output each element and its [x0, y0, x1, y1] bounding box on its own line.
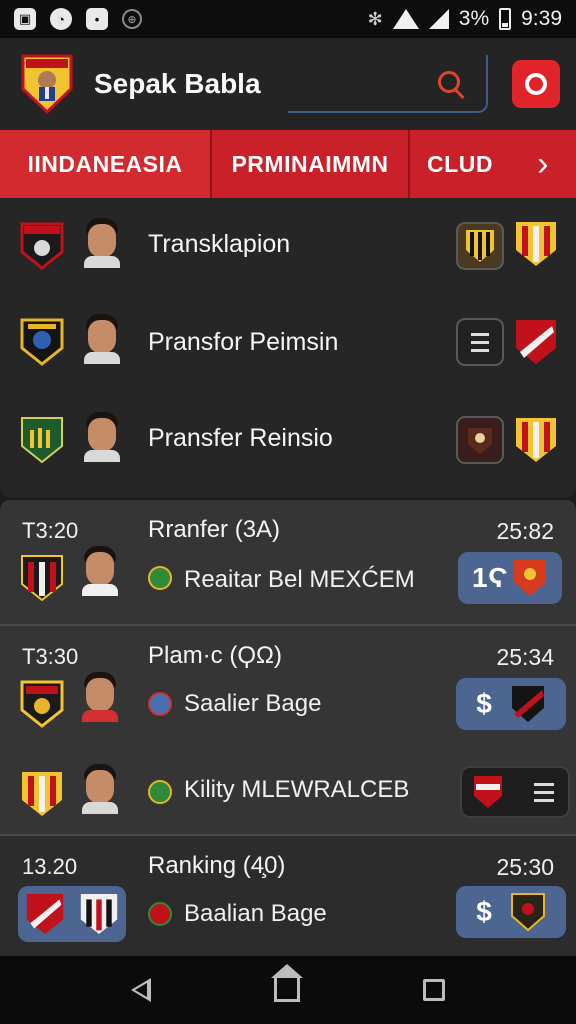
match-time: T3:30	[22, 644, 79, 669]
player-avatar	[82, 314, 122, 364]
bet-button[interactable]: $	[456, 886, 566, 938]
app-bar: Sepak Babla	[0, 38, 576, 130]
battery-percent: 3%	[458, 7, 490, 30]
search-field[interactable]	[288, 55, 488, 113]
globe-icon: ⊕	[122, 9, 142, 29]
status-bar: ▣ ◔ • ⊕ ✻ 3% 9:39	[0, 0, 576, 38]
match-score: 25:82	[496, 518, 554, 544]
menu-button[interactable]	[456, 318, 504, 366]
match-subtitle: Baalian Bage	[184, 900, 327, 927]
player-avatar	[80, 672, 120, 722]
bluetooth-icon: ✻	[367, 8, 383, 29]
match-action-label: 1Ϛ	[472, 562, 508, 593]
match-score: 25:30	[496, 854, 554, 880]
match-card[interactable]: T3:20 Rranfer (3A) 25:82 Reaitar Bel MEX…	[0, 500, 576, 624]
bet-label: $	[476, 688, 492, 719]
club-badge-icon	[511, 893, 545, 932]
home-icon[interactable]	[270, 964, 303, 1002]
club-badge-icon	[20, 222, 64, 270]
app-title: Sepak Babla	[94, 68, 261, 99]
league-icon	[148, 692, 172, 716]
player-avatar	[80, 764, 120, 814]
player-avatar	[82, 412, 122, 462]
tab-premier[interactable]: PRMINAIMMN	[212, 130, 410, 198]
tab-indonesia[interactable]: IINDANEASIA	[0, 130, 212, 198]
match-action-button[interactable]: 1Ϛ	[458, 552, 562, 604]
player-avatar	[82, 218, 122, 268]
teams-badge-group	[18, 886, 126, 942]
clock: 9:39	[521, 7, 562, 30]
team-badge-button[interactable]	[456, 222, 504, 270]
match-time: 13.20	[22, 854, 78, 879]
app-logo	[20, 53, 74, 115]
bet-label: $	[476, 896, 492, 927]
record-button[interactable]	[512, 60, 560, 108]
transfer-label: Pransfer Reinsio	[148, 424, 333, 452]
match-score: 25:34	[496, 644, 554, 670]
tab-club[interactable]: CLUD	[410, 130, 510, 198]
match-title: Rranfer (3A)	[148, 516, 281, 543]
wifi-icon	[392, 9, 419, 29]
match-subtitle: Saalier Bage	[184, 690, 322, 717]
list-item[interactable]: Pransfor Peimsin	[0, 296, 576, 392]
club-badge-icon	[26, 894, 64, 934]
chat-icon: ◔	[50, 8, 72, 30]
league-icon	[148, 780, 172, 804]
player-avatar	[80, 546, 120, 596]
league-icon	[148, 902, 172, 926]
menu-icon	[534, 782, 554, 802]
recent-apps-icon[interactable]	[422, 979, 445, 1001]
search-icon[interactable]	[436, 69, 466, 99]
club-badge-icon	[20, 680, 64, 728]
club-badge-icon	[516, 418, 556, 462]
club-badge-icon	[512, 686, 544, 722]
record-icon	[525, 73, 547, 95]
club-badge-icon	[514, 560, 546, 596]
category-tabs: IINDANEASIA PRMINAIMMN CLUD ›	[0, 130, 576, 198]
club-badge-icon	[516, 320, 556, 364]
club-badge-icon	[21, 417, 63, 464]
team-badge-button[interactable]	[456, 416, 504, 464]
club-badge-icon	[20, 318, 64, 366]
match-card[interactable]: T3:30 Plam·c (ϘΩ) 25:34 Saalier Bage $ K…	[0, 624, 576, 834]
transfer-label: Pransfor Peimsin	[148, 328, 339, 356]
transfer-list: Transklapion Pransfor Peimsin Pransfer R…	[0, 198, 576, 498]
club-badge-icon	[516, 222, 556, 266]
messenger-icon: •	[86, 8, 108, 30]
match-subtitle: Kility MLEWRALCEB	[184, 776, 410, 803]
club-badge-icon	[80, 894, 118, 934]
list-item[interactable]: Pransfer Reinsio	[0, 394, 576, 490]
transfer-label: Transklapion	[148, 230, 291, 258]
tabs-next-chevron-icon[interactable]: ›	[510, 130, 576, 198]
system-nav-bar	[0, 956, 576, 1024]
club-badge-icon	[21, 555, 63, 602]
league-icon	[148, 566, 172, 590]
signal-icon	[428, 9, 449, 29]
club-badge-icon	[22, 772, 62, 816]
battery-icon	[499, 8, 512, 30]
match-card[interactable]: 13.20 Ranking (4̧0) 25:30 Baalian Bage $	[0, 834, 576, 956]
list-item[interactable]: Transklapion	[0, 198, 576, 294]
back-icon[interactable]	[131, 978, 152, 1002]
match-time: T3:20	[22, 518, 79, 543]
match-subtitle: Reaitar Bel MEXĆEM	[184, 566, 415, 593]
match-title: Ranking (4̧0)	[148, 852, 286, 879]
bet-button[interactable]: $	[456, 678, 566, 730]
image-icon: ▣	[14, 8, 36, 30]
match-title: Plam·c (ϘΩ)	[148, 642, 282, 669]
club-badge-icon	[474, 776, 502, 808]
match-menu-button[interactable]	[460, 766, 570, 818]
